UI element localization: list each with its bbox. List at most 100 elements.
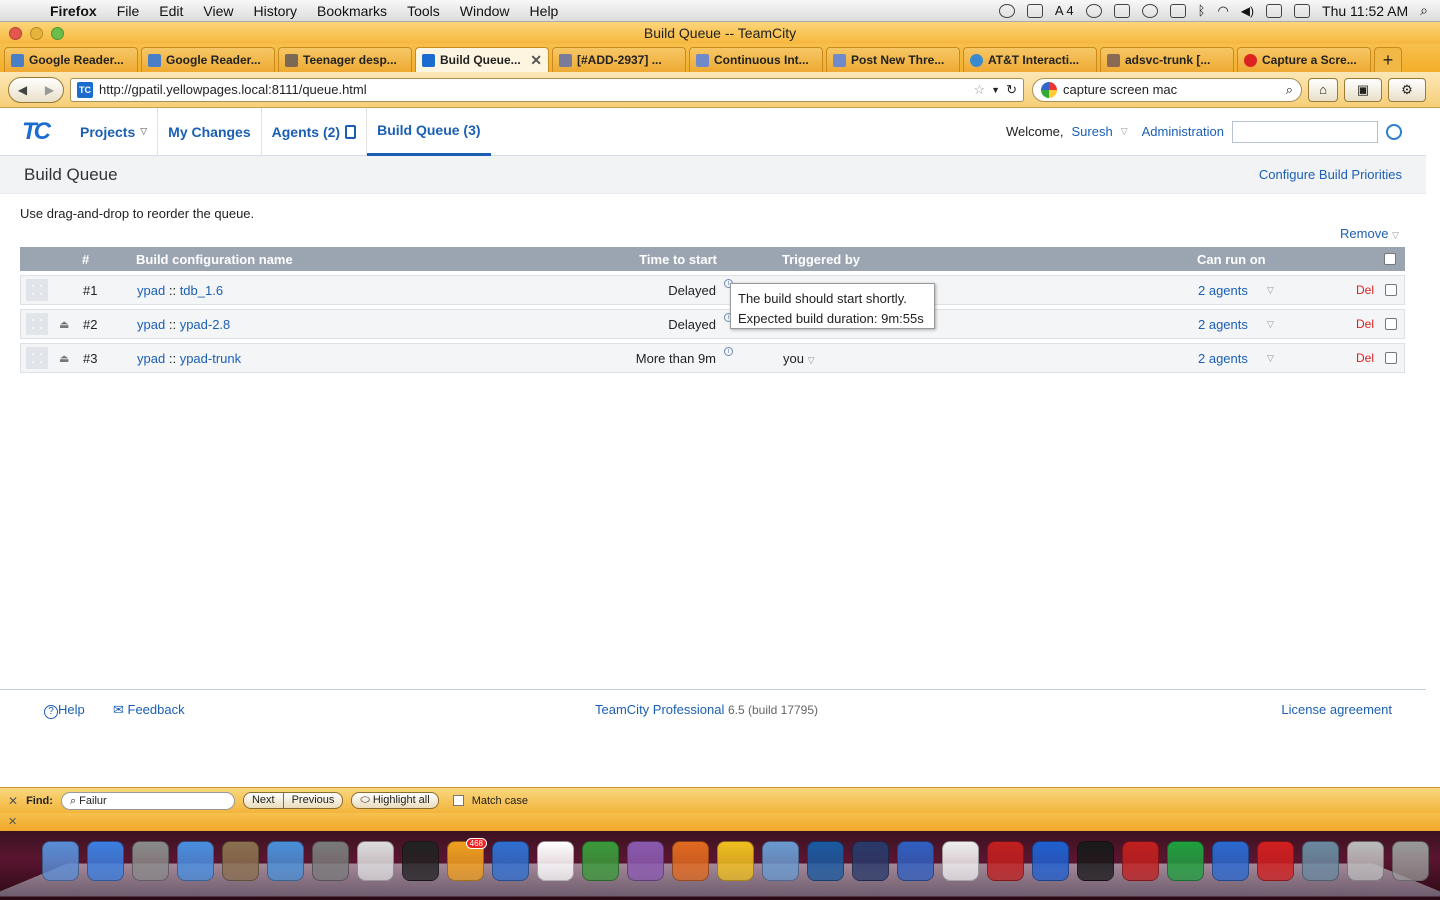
- menu-view[interactable]: View: [193, 3, 243, 19]
- drag-handle[interactable]: [26, 279, 48, 301]
- close-find-icon[interactable]: ✕: [8, 794, 18, 808]
- match-case-checkbox[interactable]: [452, 795, 464, 806]
- dock-app-icon[interactable]: [132, 841, 169, 881]
- tab-add-2937[interactable]: [#ADD-2937] ...: [552, 47, 686, 72]
- menu-window[interactable]: Window: [450, 3, 520, 19]
- adobe-updates[interactable]: A 4: [1055, 3, 1074, 18]
- calendar-icon[interactable]: [1294, 3, 1311, 18]
- dock-app-icon[interactable]: [357, 841, 394, 881]
- search-box[interactable]: capture screen mac ⌕: [1032, 77, 1302, 102]
- remove-menu[interactable]: Remove ▽: [1340, 226, 1399, 241]
- table-row[interactable]: #1 ypad :: tdb_1.6 Delayed i 2 agents ▽ …: [20, 275, 1405, 305]
- status-icon[interactable]: [998, 3, 1015, 18]
- delete-link[interactable]: Del: [1356, 351, 1374, 365]
- dock-app-icon[interactable]: [942, 841, 979, 881]
- dock-app-icon[interactable]: [1032, 841, 1069, 881]
- dock-app-icon[interactable]: [762, 841, 799, 881]
- menu-edit[interactable]: Edit: [149, 3, 193, 19]
- select-all-checkbox[interactable]: [1384, 253, 1396, 265]
- dock-app-icon[interactable]: [1257, 841, 1294, 881]
- dock-app-icon[interactable]: [582, 841, 619, 881]
- forward-icon[interactable]: ▶: [45, 83, 54, 97]
- config-link[interactable]: ypad-trunk: [180, 351, 241, 366]
- dock-app-icon[interactable]: [492, 841, 529, 881]
- highlight-all-button[interactable]: ⬭ Highlight all: [351, 792, 439, 809]
- home-button[interactable]: ⌂: [1308, 77, 1338, 102]
- display-icon[interactable]: [1169, 3, 1186, 18]
- dock-app-icon[interactable]: [897, 841, 934, 881]
- nav-projects[interactable]: Projects ▽: [70, 107, 159, 156]
- close-addon-bar-icon[interactable]: ✕: [8, 816, 17, 828]
- dock-app-icon[interactable]: [42, 841, 79, 881]
- chevron-down-icon[interactable]: ▽: [1267, 319, 1274, 330]
- match-case-label[interactable]: Match case: [472, 795, 528, 807]
- back-icon[interactable]: ◀: [18, 83, 27, 97]
- dock-app-icon[interactable]: [672, 841, 709, 881]
- user-link[interactable]: Suresh: [1072, 124, 1113, 139]
- chevron-down-icon[interactable]: ▽: [1267, 285, 1274, 296]
- dock-app-icon[interactable]: [1302, 841, 1339, 881]
- search-icon[interactable]: [1386, 123, 1402, 140]
- config-link[interactable]: tdb_1.6: [180, 283, 223, 298]
- license-link[interactable]: License agreement: [1281, 702, 1392, 717]
- configure-priorities-link[interactable]: Configure Build Priorities: [1259, 167, 1402, 182]
- google-icon[interactable]: [1041, 81, 1057, 98]
- gear-icon[interactable]: [1026, 3, 1043, 18]
- find-previous-button[interactable]: Previous: [283, 792, 344, 809]
- drag-handle[interactable]: [26, 347, 48, 369]
- config-link[interactable]: ypad-2.8: [180, 317, 231, 332]
- menu-bookmarks[interactable]: Bookmarks: [307, 3, 397, 19]
- dock-app-icon[interactable]: [1122, 841, 1159, 881]
- site-identity-icon[interactable]: TC: [77, 81, 93, 98]
- wifi-icon[interactable]: ◠: [1217, 3, 1228, 19]
- dock-app-icon[interactable]: [1077, 841, 1114, 881]
- extension-button[interactable]: ⚙: [1388, 77, 1426, 102]
- dock-app-icon[interactable]: [987, 841, 1024, 881]
- agents-link[interactable]: 2 agents: [1198, 351, 1248, 366]
- delete-link[interactable]: Del: [1356, 283, 1374, 297]
- dock-app-icon[interactable]: [312, 841, 349, 881]
- dock-app-icon[interactable]: [402, 841, 439, 881]
- close-tab-icon[interactable]: ✕: [530, 52, 542, 69]
- project-link[interactable]: ypad: [137, 283, 165, 298]
- table-row[interactable]: ⏏ #2 ypad :: ypad-2.8 Delayed i 2 agents…: [20, 309, 1405, 339]
- find-input[interactable]: ⌕ Failur: [60, 791, 235, 810]
- dock-app-icon[interactable]: [177, 841, 214, 881]
- nav-build-queue[interactable]: Build Queue (3): [367, 108, 491, 156]
- dock-app-icon[interactable]: [267, 841, 304, 881]
- find-next-button[interactable]: Next: [242, 792, 284, 809]
- tab-google-reader-2[interactable]: Google Reader...: [141, 47, 275, 72]
- find-value[interactable]: Failur: [79, 795, 107, 807]
- agents-link[interactable]: 2 agents: [1198, 317, 1248, 332]
- feedback-link[interactable]: ✉ Feedback: [113, 702, 185, 718]
- time-machine-icon[interactable]: [1141, 3, 1158, 18]
- eye-icon[interactable]: [1085, 3, 1102, 18]
- battery-meter-icon[interactable]: [1113, 3, 1130, 18]
- tab-capture-screen[interactable]: Capture a Scre...: [1237, 47, 1371, 72]
- spotlight-icon[interactable]: ⌕: [1420, 2, 1428, 19]
- dock-app-icon[interactable]: [1347, 841, 1384, 881]
- user-menu-chevron-icon[interactable]: ▽: [1121, 126, 1128, 137]
- row-checkbox[interactable]: [1385, 318, 1397, 330]
- tab-build-queue[interactable]: Build Queue... ✕: [415, 47, 549, 72]
- tab-continuous-int[interactable]: Continuous Int...: [689, 47, 823, 72]
- dock-app-icon[interactable]: [717, 841, 754, 881]
- dock-app-icon[interactable]: [1212, 841, 1249, 881]
- menu-history[interactable]: History: [243, 3, 307, 19]
- tab-adsvc-trunk[interactable]: adsvc-trunk [...: [1100, 47, 1234, 72]
- row-checkbox[interactable]: [1385, 352, 1397, 364]
- project-link[interactable]: ypad: [137, 317, 165, 332]
- teamcity-search-input[interactable]: [1232, 120, 1378, 143]
- dock-app-icon[interactable]: [87, 841, 124, 881]
- dock-app-icon[interactable]: [537, 841, 574, 881]
- new-tab-button[interactable]: +: [1374, 47, 1402, 72]
- dock-app-icon[interactable]: [627, 841, 664, 881]
- clock[interactable]: Thu 11:52 AM: [1322, 3, 1408, 19]
- bluetooth-icon[interactable]: ᛒ: [1198, 3, 1206, 18]
- chevron-down-icon[interactable]: ▽: [140, 126, 147, 137]
- info-icon[interactable]: i: [724, 347, 733, 356]
- url-bar[interactable]: TC http://gpatil.yellowpages.local:8111/…: [70, 77, 1024, 102]
- move-to-top-icon[interactable]: ⏏: [59, 318, 69, 331]
- drag-handle[interactable]: [26, 313, 48, 335]
- tab-teenager[interactable]: Teenager desp...: [278, 47, 412, 72]
